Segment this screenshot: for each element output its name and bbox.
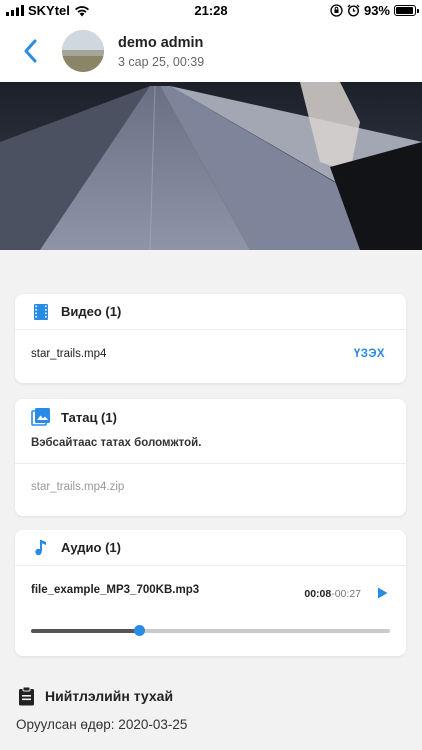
download-section-header: Татац (1) (15, 399, 406, 435)
avatar[interactable] (62, 30, 104, 72)
image-gallery-icon (31, 407, 51, 427)
divider (15, 463, 406, 464)
wifi-icon (74, 5, 89, 16)
music-note-icon (31, 538, 51, 558)
user-name: demo admin (118, 35, 204, 51)
video-filename: star_trails.mp4 (31, 348, 107, 360)
download-description: Вэбсайтаас татах боломжтой. (31, 437, 202, 449)
film-icon (31, 302, 51, 322)
status-left: SKYtel (6, 3, 90, 18)
clipboard-icon (19, 686, 34, 706)
video-thumbnail[interactable] (0, 82, 422, 250)
status-right: 93% (330, 3, 419, 18)
download-section-card: Татац (1) Вэбсайтаас татах боломжтой. st… (15, 399, 406, 516)
audio-total-time: 00:27 (334, 588, 361, 600)
about-section-header: Нийтлэлийн тухай (18, 686, 173, 706)
audio-seek-bar[interactable] (31, 625, 390, 636)
battery-icon (394, 5, 419, 16)
video-section-title: Видео (1) (61, 304, 122, 319)
post-timestamp: 3 сар 25, 00:39 (118, 55, 205, 69)
audio-filename: file_example_MP3_700KB.mp3 (31, 584, 200, 596)
audio-seek-thumb[interactable] (133, 625, 145, 636)
post-header: demo admin 3 сар 25, 00:39 (0, 22, 422, 82)
video-section-card: Видео (1) star_trails.mp4 ҮЗЭХ (15, 294, 406, 383)
view-video-button[interactable]: ҮЗЭХ (354, 348, 385, 360)
audio-current-time: 00:08 (304, 588, 332, 600)
status-bar: SKYtel 21:28 93% (0, 0, 422, 22)
audio-section-header: Аудио (1) (15, 530, 406, 566)
orientation-lock-icon (330, 4, 343, 17)
video-section-header: Видео (1) (15, 294, 406, 330)
back-arrow-icon[interactable] (20, 38, 42, 64)
carrier-name: SKYtel (28, 3, 70, 18)
download-file-link[interactable]: star_trails.mp4.zip (31, 481, 124, 493)
alarm-icon (347, 4, 360, 17)
audio-section-card: Аудио (1) file_example_MP3_700KB.mp3 00:… (15, 530, 406, 656)
audio-progress-fill (31, 629, 139, 633)
audio-time-display: 00:08-00:27 (304, 588, 361, 600)
about-section-title: Нийтлэлийн тухай (45, 688, 174, 704)
signal-icon (6, 5, 24, 16)
published-date: Оруулсан өдөр: 2020-03-25 (16, 717, 188, 732)
battery-level (396, 7, 413, 14)
road-scene-image (0, 82, 422, 250)
download-section-title: Татац (1) (61, 409, 117, 425)
audio-section-title: Аудио (1) (61, 540, 121, 555)
play-icon[interactable] (375, 586, 389, 600)
battery-percent: 93% (363, 3, 390, 18)
